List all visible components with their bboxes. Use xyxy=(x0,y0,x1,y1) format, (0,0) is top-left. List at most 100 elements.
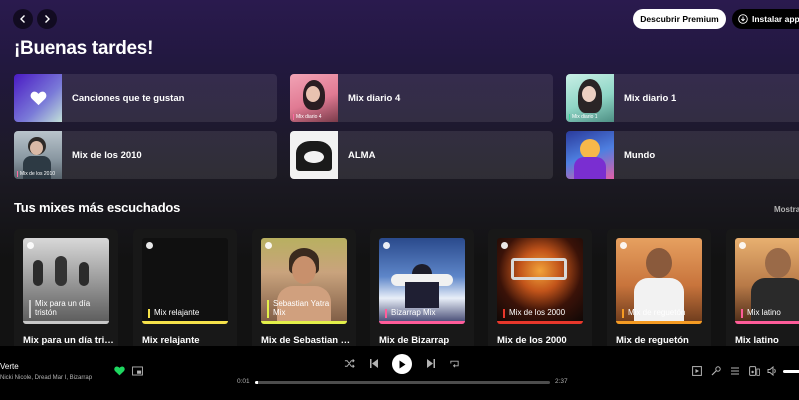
mix-cover: Mix para un día tristón xyxy=(23,238,109,324)
progress-fill xyxy=(255,381,258,384)
track-artists[interactable]: Nicki Nicole, Dread Mar I, Bizarrap xyxy=(0,375,92,381)
device-icon xyxy=(749,366,760,376)
lyrics-button[interactable] xyxy=(711,366,721,376)
play-icon xyxy=(399,360,406,368)
mix-card[interactable]: Mix latino Mix latino xyxy=(726,229,799,346)
mix-cover: Mix relajante xyxy=(142,238,228,324)
greeting-heading: ¡Buenas tardes! xyxy=(14,38,154,59)
now-playing-bar: Verte Nicki Nicole, Dread Mar I, Bizarra… xyxy=(0,346,799,400)
shortcut-alma[interactable]: ALMA xyxy=(290,131,553,179)
mundo-cover xyxy=(566,131,614,179)
show-all-link[interactable]: Mostrar todo xyxy=(774,205,799,214)
mix-title: Mix de los 2000 xyxy=(497,335,567,346)
back-button[interactable] xyxy=(13,9,33,29)
accent-bar xyxy=(142,321,228,324)
mix-card[interactable]: Mix de los 2000 Mix de los 2000 xyxy=(488,229,592,346)
repeat-button[interactable] xyxy=(449,358,460,369)
chevron-right-icon xyxy=(45,15,50,23)
shortcut-label: Canciones que te gustan xyxy=(72,92,185,104)
shortcut-label: ALMA xyxy=(348,149,376,161)
picture-in-picture-button[interactable] xyxy=(132,366,143,376)
discover-premium-button[interactable]: Descubrir Premium xyxy=(633,9,726,29)
mix-card[interactable]: Mix de reguetón Mix de reguetón xyxy=(607,229,711,346)
shortcut-liked-songs[interactable]: Canciones que te gustan xyxy=(14,74,277,122)
cover-label: Mix de los 2000 xyxy=(503,308,579,318)
volume-button[interactable] xyxy=(767,366,778,376)
chevron-left-icon xyxy=(20,15,25,23)
volume-icon xyxy=(767,366,776,376)
previous-button[interactable] xyxy=(369,358,379,369)
spotify-logo-icon xyxy=(27,242,34,249)
accent-bar xyxy=(616,321,702,324)
now-playing-view-button[interactable] xyxy=(692,366,702,376)
mix-card[interactable]: Mix relajante Mix relajante xyxy=(133,229,237,346)
alma-cover xyxy=(290,131,338,179)
heart-filled-icon xyxy=(114,366,125,376)
download-icon xyxy=(738,14,748,24)
accent-bar xyxy=(23,321,109,324)
install-app-button[interactable]: Instalar app xyxy=(732,9,799,29)
cover-label: Sebastian Yatra Mix xyxy=(267,300,343,318)
shortcut-mix-diario-4[interactable]: Mix diario 4 Mix diario 4 xyxy=(290,74,553,122)
shortcut-mix-diario-1[interactable]: Mix diario 1 Mix diario 1 xyxy=(566,74,799,122)
spotify-logo-icon xyxy=(146,242,153,249)
mix-title: Mix de reguetón xyxy=(616,335,689,346)
track-title[interactable]: Verte xyxy=(0,362,19,371)
accent-bar xyxy=(735,321,799,324)
volume-slider[interactable] xyxy=(783,370,799,373)
mix-title: Mix latino xyxy=(735,335,779,346)
heart-icon xyxy=(30,91,46,105)
picture-in-picture-icon xyxy=(132,366,143,376)
next-button[interactable] xyxy=(426,358,436,369)
accent-bar xyxy=(379,321,465,324)
shortcut-mundo[interactable]: Mundo xyxy=(566,131,799,179)
mix-cover: Bizarrap Mix xyxy=(379,238,465,324)
mix-card[interactable]: Bizarrap Mix Mix de Bizarrap xyxy=(370,229,474,346)
mix-title: Mix de Bizarrap xyxy=(379,335,450,346)
skip-forward-icon xyxy=(427,359,435,368)
shuffle-icon xyxy=(344,359,355,368)
mix-card[interactable]: Sebastian Yatra Mix Mix de Sebastian Yat… xyxy=(252,229,356,346)
mix-diario-1-cover: Mix diario 1 xyxy=(566,74,614,122)
queue-icon xyxy=(731,367,739,375)
spotify-logo-icon xyxy=(501,242,508,249)
shuffle-button[interactable] xyxy=(344,358,355,369)
liked-heart-button[interactable] xyxy=(114,366,125,376)
accent-bar xyxy=(497,321,583,324)
repeat-icon xyxy=(450,360,459,368)
cover-tag: Mix de los 2010 xyxy=(17,171,55,177)
accent-bar xyxy=(261,321,347,324)
cover-label: Mix relajante xyxy=(148,308,224,318)
spotify-logo-icon xyxy=(265,242,272,249)
mix-cover: Mix de los 2000 xyxy=(497,238,583,324)
connect-device-button[interactable] xyxy=(749,366,760,376)
spotify-logo-icon xyxy=(620,242,627,249)
shortcut-label: Mundo xyxy=(624,149,656,161)
install-app-label: Instalar app xyxy=(752,14,799,24)
cover-label: Mix latino xyxy=(741,308,799,318)
cover-label: Mix para un día tristón xyxy=(29,300,105,318)
mix-cover: Sebastian Yatra Mix xyxy=(261,238,347,324)
mix-de-los-2010-cover: Mix de los 2010 xyxy=(14,131,62,179)
mix-title: Mix para un día tristón xyxy=(23,335,115,346)
mix-card[interactable]: Mix para un día tristón Mix para un día … xyxy=(14,229,118,346)
elapsed-time: 0:01 xyxy=(237,378,250,385)
forward-button[interactable] xyxy=(37,9,57,29)
progress-bar[interactable] xyxy=(255,381,550,384)
mix-cover: Mix latino xyxy=(735,238,799,324)
play-button[interactable] xyxy=(392,354,412,374)
liked-songs-cover xyxy=(14,74,62,122)
queue-button[interactable] xyxy=(730,366,740,376)
cover-tag: Mix diario 1 xyxy=(569,114,598,120)
main-view: Descubrir Premium Instalar app ¡Buenas t… xyxy=(0,0,799,346)
shortcut-label: Mix diario 4 xyxy=(348,92,401,104)
shortcut-mix-de-los-2010[interactable]: Mix de los 2010 Mix de los 2010 xyxy=(14,131,277,179)
cover-label: Mix de reguetón xyxy=(622,308,698,318)
shortcut-label: Mix diario 1 xyxy=(624,92,677,104)
spotify-logo-icon xyxy=(739,242,746,249)
skip-back-icon xyxy=(370,359,378,368)
section-title: Tus mixes más escuchados xyxy=(14,200,181,215)
mix-title: Mix relajante xyxy=(142,335,200,346)
shortcut-label: Mix de los 2010 xyxy=(72,149,142,161)
mix-cover: Mix de reguetón xyxy=(616,238,702,324)
